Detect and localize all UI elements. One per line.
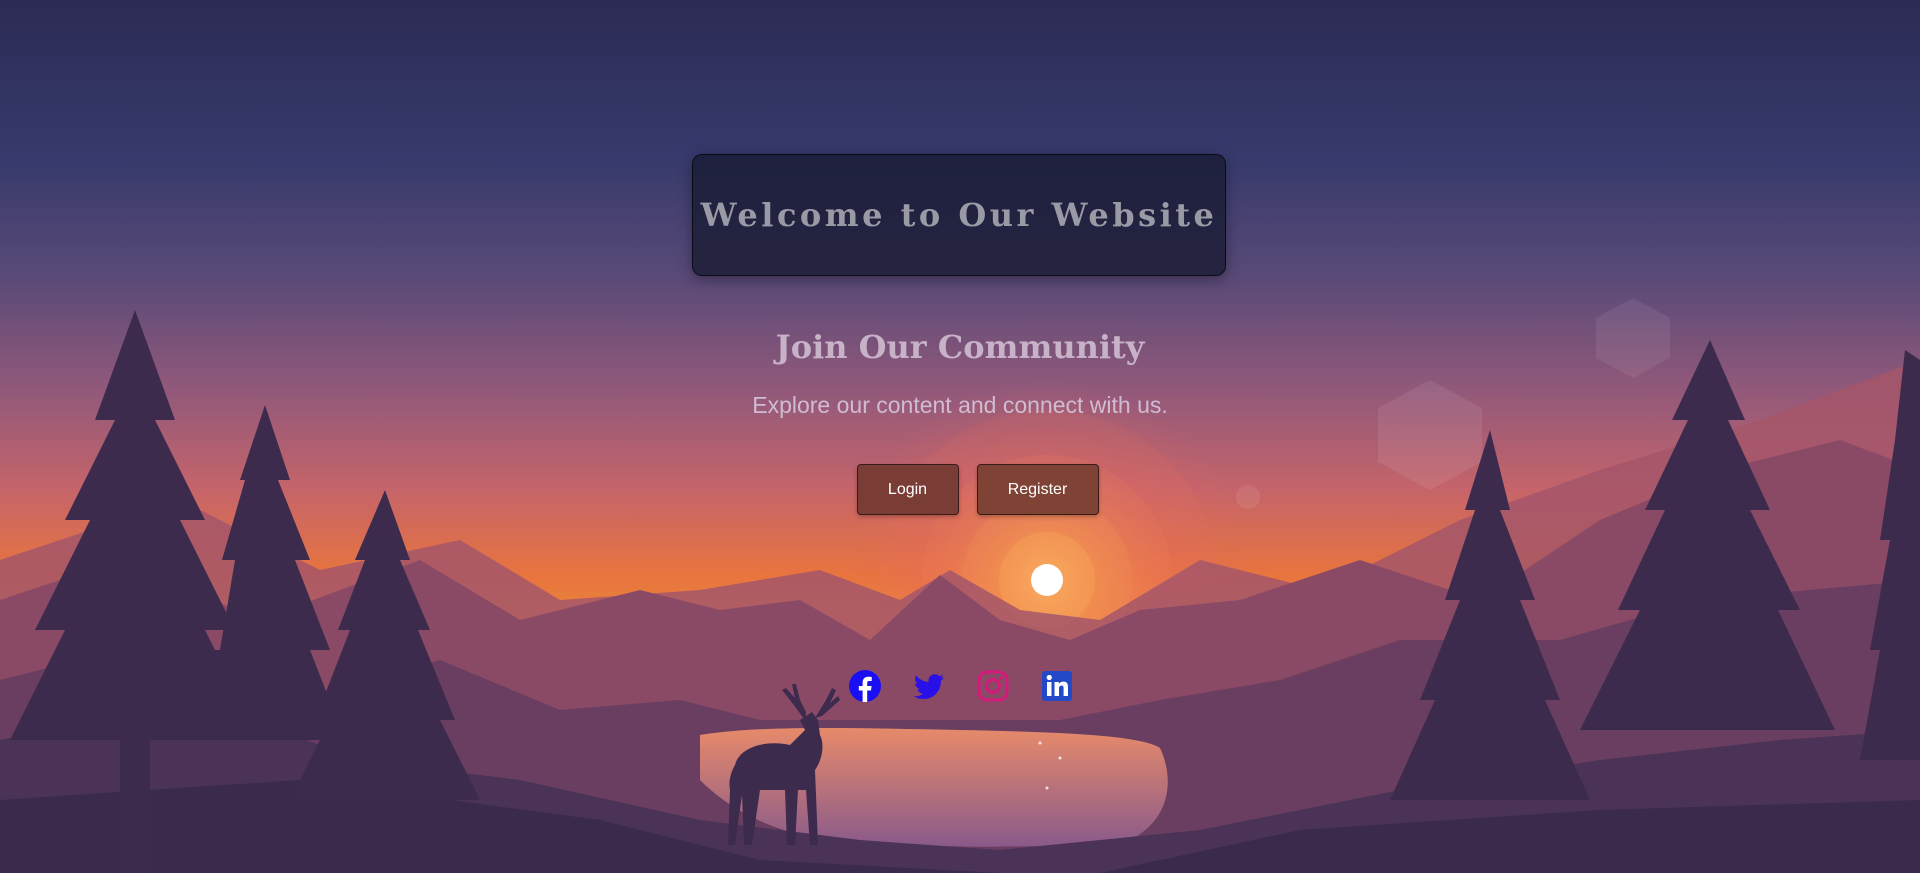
social-links [849, 670, 1073, 702]
linkedin-link[interactable] [1041, 670, 1073, 702]
community-heading: Join Our Community [775, 328, 1145, 366]
instagram-icon [977, 670, 1009, 702]
instagram-link[interactable] [977, 670, 1009, 702]
auth-buttons: Login Register [0, 464, 1920, 515]
register-button[interactable]: Register [976, 464, 1099, 515]
welcome-banner: Welcome to Our Website [692, 154, 1226, 276]
login-button[interactable]: Login [856, 464, 959, 515]
linkedin-icon [1042, 671, 1072, 701]
facebook-link[interactable] [849, 670, 881, 702]
facebook-icon [849, 670, 881, 702]
landing-content: Welcome to Our Website Join Our Communit… [0, 0, 1920, 873]
community-tagline: Explore our content and connect with us. [752, 392, 1168, 418]
twitter-icon [913, 674, 944, 699]
twitter-link[interactable] [913, 670, 945, 702]
page-title: Welcome to Our Website [700, 196, 1218, 234]
